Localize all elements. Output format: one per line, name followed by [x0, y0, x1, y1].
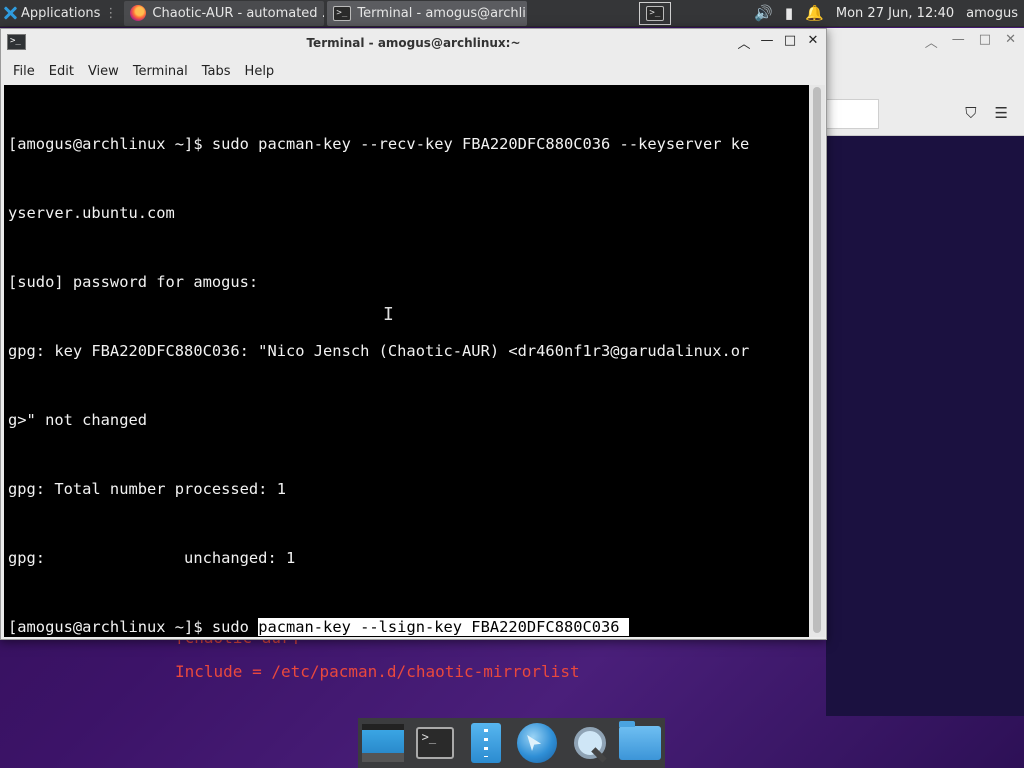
- task-label: Chaotic-AUR - automated ...: [152, 5, 325, 21]
- menu-bar: File Edit View Terminal Tabs Help: [1, 57, 826, 85]
- pocket-icon[interactable]: ⛉: [965, 104, 976, 122]
- terminal-line: gpg: key FBA220DFC880C036: "Nico Jensch …: [8, 342, 750, 360]
- task-label: Terminal - amogus@archli...: [357, 5, 528, 21]
- menu-help[interactable]: Help: [245, 64, 283, 79]
- user-menu[interactable]: amogus: [966, 6, 1018, 21]
- maximize-icon[interactable]: □: [979, 32, 991, 51]
- dock-home-folder[interactable]: [619, 721, 661, 765]
- code-line: Include = /etc/pacman.d/chaotic-mirrorli…: [175, 662, 580, 681]
- terminal-line: [sudo] password for amogus:: [8, 273, 259, 291]
- globe-icon: [517, 723, 558, 763]
- dock-app-finder[interactable]: [568, 721, 609, 765]
- url-bar[interactable]: [826, 99, 879, 129]
- window-controls: ︿ — □ ✕: [925, 32, 1016, 51]
- background-browser-window[interactable]: ︿ — □ ✕ ⛉ ☰: [826, 28, 1024, 136]
- terminal-line: g>" not changed: [8, 411, 147, 429]
- separator-icon: ⋮: [104, 5, 118, 21]
- folder-icon: [619, 721, 661, 760]
- close-icon[interactable]: ✕: [806, 33, 820, 52]
- close-icon[interactable]: ✕: [1005, 32, 1016, 51]
- chevron-up-icon[interactable]: ︿: [925, 32, 938, 51]
- terminal-line: [amogus@archlinux ~]$ sudo pacman-key --…: [8, 135, 750, 153]
- menu-terminal[interactable]: Terminal: [133, 64, 196, 79]
- dock-show-desktop[interactable]: [362, 721, 404, 765]
- terminal-icon: >_: [646, 5, 665, 21]
- vertical-scrollbar[interactable]: [809, 85, 825, 637]
- dock-terminal[interactable]: >_: [414, 721, 455, 765]
- dock: >_: [358, 718, 665, 768]
- window-title: Terminal - amogus@archlinux:~: [306, 36, 521, 50]
- window-controls: ︿ — □ ✕: [737, 33, 820, 52]
- browser-content: [826, 136, 1024, 716]
- menu-view[interactable]: View: [88, 64, 127, 79]
- file-cabinet-icon: [470, 723, 501, 763]
- battery-icon[interactable]: ▮: [785, 4, 793, 22]
- minimize-icon[interactable]: —: [760, 33, 774, 52]
- top-panel: Applications ⋮ Chaotic-AUR - automated .…: [0, 0, 1024, 27]
- terminal-icon: >_: [7, 34, 26, 50]
- task-terminal[interactable]: >_ Terminal - amogus@archli...: [327, 0, 528, 26]
- desktop-icon: [362, 724, 404, 762]
- magnifier-icon: [568, 725, 608, 761]
- text-cursor-icon: I: [383, 304, 394, 325]
- applications-menu[interactable]: Applications ⋮: [0, 0, 121, 27]
- scrollbar-thumb[interactable]: [813, 87, 821, 633]
- terminal-icon: >_: [415, 727, 454, 759]
- xfce-logo-icon: [3, 6, 17, 20]
- clock[interactable]: Mon 27 Jun, 12:40: [836, 6, 954, 21]
- menu-edit[interactable]: Edit: [49, 64, 82, 79]
- terminal-icon: >_: [333, 5, 352, 21]
- terminal-line: gpg: Total number processed: 1: [8, 480, 286, 498]
- prompt: [amogus@archlinux ~]$ sudo: [8, 618, 259, 636]
- minimize-icon[interactable]: —: [952, 32, 965, 51]
- notification-bell-icon[interactable]: 🔔: [805, 4, 824, 22]
- volume-icon[interactable]: 🔊: [754, 4, 773, 22]
- applications-label: Applications: [21, 5, 101, 21]
- dock-file-manager[interactable]: [465, 721, 506, 765]
- terminal-line: gpg: unchanged: 1: [8, 549, 296, 567]
- selected-text[interactable]: pacman-key --lsign-key FBA220DFC880C036: [258, 618, 629, 636]
- browser-toolbar: ⛉ ☰: [965, 104, 1008, 122]
- system-tray: 🔊 ▮ 🔔 Mon 27 Jun, 12:40 amogus: [754, 4, 1024, 22]
- terminal-window[interactable]: >_ Terminal - amogus@archlinux:~ ︿ — □ ✕…: [0, 28, 827, 640]
- dock-web-browser[interactable]: [517, 721, 558, 765]
- terminal-prompt-line: [amogus@archlinux ~]$ sudo pacman-key --…: [8, 616, 809, 637]
- shade-icon[interactable]: ︿: [737, 33, 751, 52]
- maximize-icon[interactable]: □: [783, 33, 797, 52]
- hamburger-menu-icon[interactable]: ☰: [995, 104, 1008, 122]
- firefox-icon: [130, 5, 147, 21]
- menu-tabs[interactable]: Tabs: [202, 64, 239, 79]
- terminal-line: yserver.ubuntu.com: [8, 204, 175, 222]
- title-bar[interactable]: >_ Terminal - amogus@archlinux:~ ︿ — □ ✕: [1, 29, 826, 57]
- menu-file[interactable]: File: [13, 64, 43, 79]
- workspace-switcher[interactable]: >_: [639, 1, 672, 25]
- task-firefox[interactable]: Chaotic-AUR - automated ...: [124, 0, 325, 26]
- terminal-screen[interactable]: [amogus@archlinux ~]$ sudo pacman-key --…: [4, 85, 809, 637]
